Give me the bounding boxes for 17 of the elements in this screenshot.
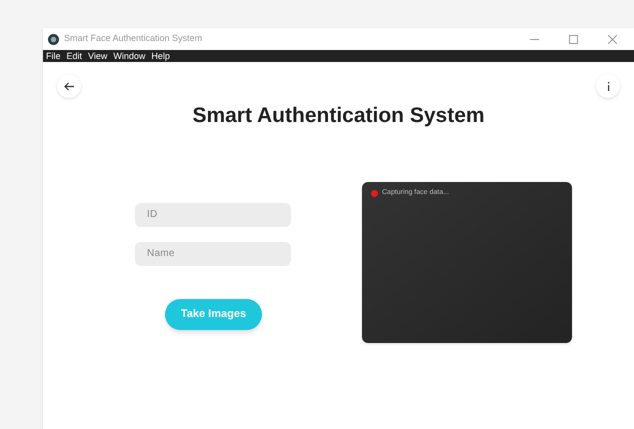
page-heading: Smart Authentication System [191, 103, 486, 129]
info-button[interactable] [596, 74, 620, 98]
menu-item[interactable]: Edit [66, 52, 82, 60]
info-icon [606, 82, 610, 90]
menu-item[interactable]: File [46, 52, 61, 60]
arrow-left-icon [64, 82, 74, 90]
menu-item[interactable]: Help [151, 52, 170, 60]
app-logo-icon [48, 34, 59, 44]
minimize-icon [530, 38, 538, 40]
maximize-icon [568, 34, 578, 44]
menu-item[interactable]: Window [113, 52, 146, 60]
back-button[interactable] [57, 74, 81, 98]
close-icon [608, 34, 616, 44]
text-field[interactable]: ID [135, 202, 291, 226]
menu-item[interactable]: View [88, 52, 108, 60]
window-title: Smart Face Authentication System [64, 32, 202, 46]
text-field[interactable]: Name [135, 242, 291, 266]
